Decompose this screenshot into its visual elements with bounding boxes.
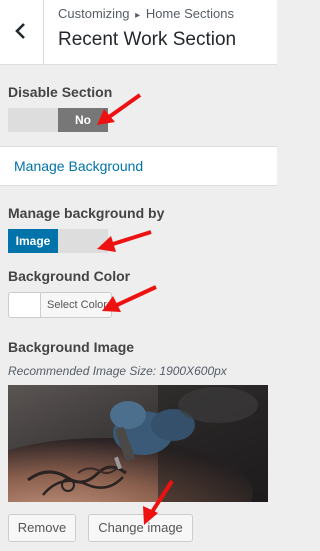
- manage-background-by-toggle[interactable]: Image: [8, 229, 108, 253]
- remove-image-button[interactable]: Remove: [8, 514, 76, 542]
- manage-background-label: Manage Background: [14, 158, 144, 174]
- select-color-button[interactable]: Select Color: [8, 292, 112, 318]
- disable-section-label: Disable Section: [8, 84, 113, 100]
- toggle-off-segment: [8, 108, 58, 132]
- disable-section-toggle[interactable]: No: [8, 108, 108, 132]
- chevron-left-icon: [15, 23, 25, 39]
- breadcrumb-separator: ▸: [135, 10, 141, 21]
- background-color-label: Background Color: [8, 268, 131, 284]
- tattoo-photo-image: [8, 385, 268, 502]
- recommended-size-hint: Recommended Image Size: 1900X600px: [8, 364, 227, 378]
- breadcrumb: Customizing ▸ Home Sections: [58, 6, 234, 21]
- back-button[interactable]: [0, 0, 44, 65]
- manage-background-by-label: Manage background by: [8, 205, 165, 221]
- toggle-value: No: [58, 108, 108, 132]
- background-image-label: Background Image: [8, 339, 135, 355]
- background-image-preview[interactable]: [8, 385, 268, 502]
- change-image-button[interactable]: Change image: [88, 514, 193, 542]
- customizer-header: Customizing ▸ Home Sections Recent Work …: [0, 0, 277, 65]
- breadcrumb-section: Home Sections: [145, 6, 234, 21]
- color-swatch: [9, 293, 41, 317]
- toggle-off-segment: [58, 229, 108, 253]
- manage-background-link[interactable]: Manage Background: [0, 146, 277, 186]
- section-title: Recent Work Section: [58, 29, 237, 50]
- toggle-value: Image: [8, 229, 58, 253]
- breadcrumb-parent: Customizing: [58, 6, 130, 21]
- select-color-label: Select Color: [47, 299, 107, 311]
